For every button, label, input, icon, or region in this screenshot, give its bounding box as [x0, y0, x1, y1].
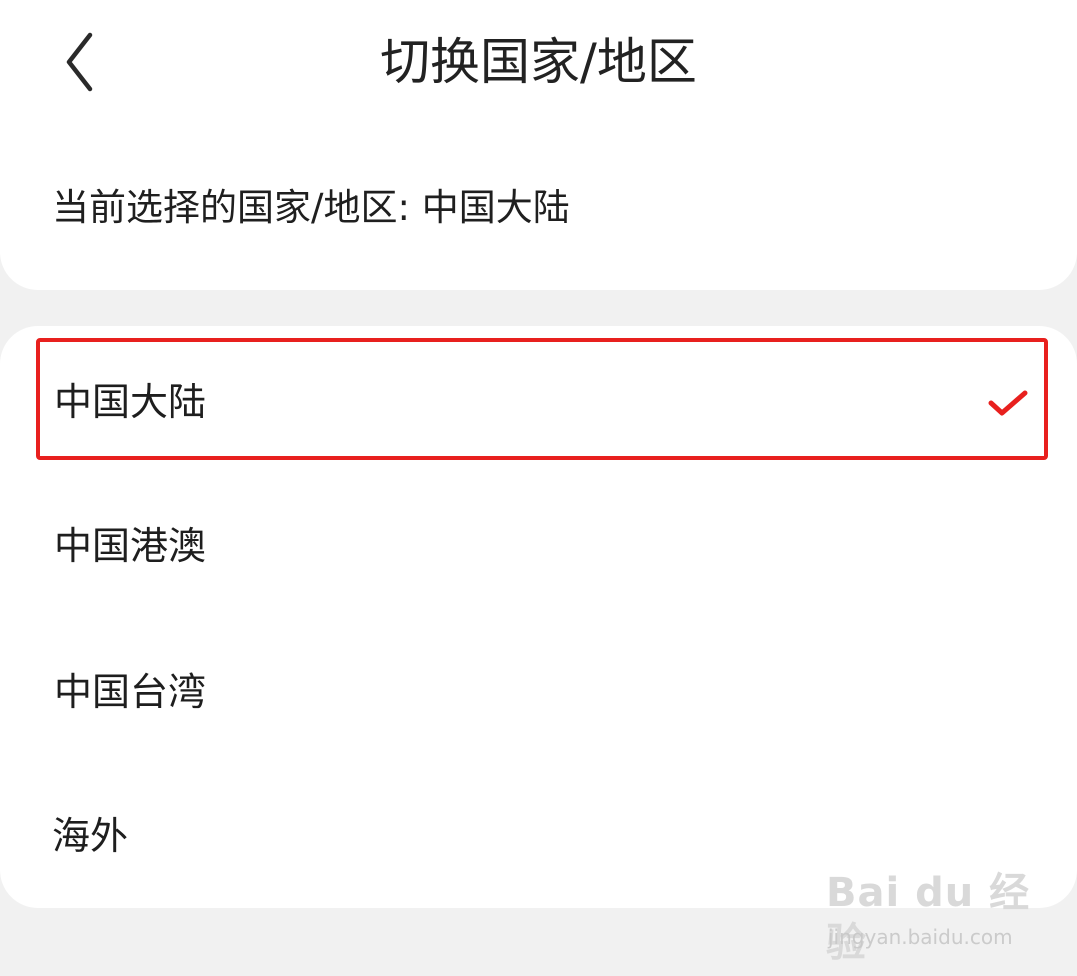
page-title: 切换国家/地区 — [380, 33, 697, 91]
region-item-label: 海外 — [52, 814, 129, 858]
region-list: 中国大陆 中国港澳 中国台湾 海外 — [0, 326, 1077, 908]
watermark-url: jingyan.baidu.com — [828, 925, 1013, 949]
region-item-mainland[interactable]: 中国大陆 — [0, 332, 1077, 472]
region-item-overseas[interactable]: 海外 — [0, 766, 1077, 906]
region-item-taiwan[interactable]: 中国台湾 — [0, 622, 1077, 762]
header-bar: 切换国家/地区 — [0, 0, 1077, 125]
current-region-card: 当前选择的国家/地区: 中国大陆 — [0, 125, 1077, 290]
region-item-hk-macau[interactable]: 中国港澳 — [0, 476, 1077, 616]
checkmark-icon — [988, 390, 1028, 416]
current-region-text: 当前选择的国家/地区: 中国大陆 — [52, 186, 570, 229]
region-item-label: 中国大陆 — [54, 380, 207, 424]
region-item-label: 中国台湾 — [54, 670, 207, 714]
region-item-label: 中国港澳 — [54, 524, 207, 568]
